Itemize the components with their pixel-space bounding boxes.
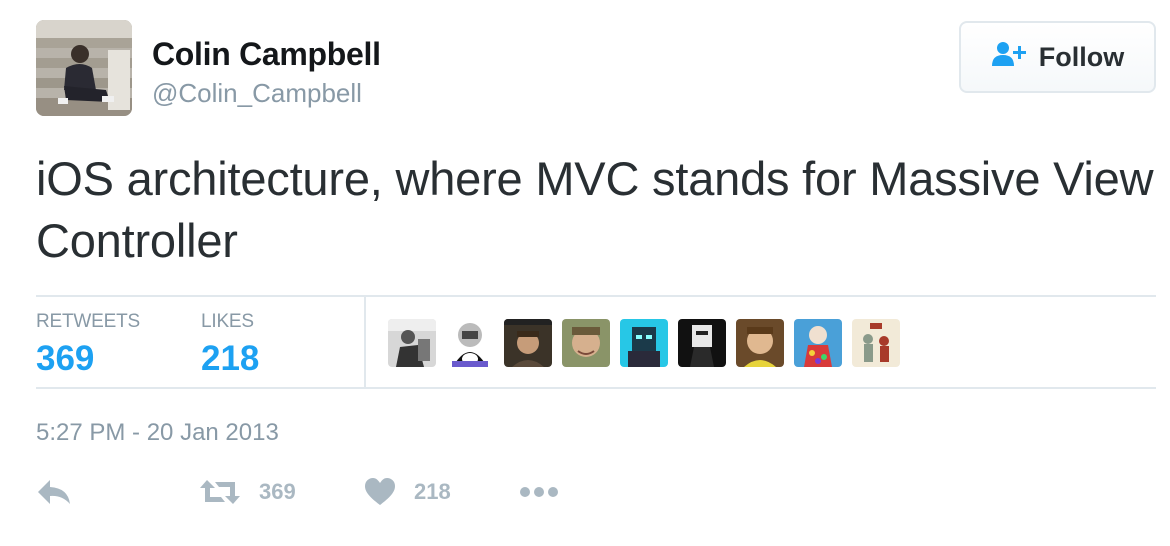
retweet-button[interactable]: 369 bbox=[199, 478, 296, 506]
likes-label: LIKES bbox=[201, 311, 254, 332]
retweets-stat[interactable]: RETWEETS 369 bbox=[36, 311, 140, 379]
more-button[interactable] bbox=[519, 478, 559, 506]
like-count: 218 bbox=[414, 479, 451, 504]
retweets-count: 369 bbox=[36, 339, 95, 378]
user-handle[interactable]: @Colin_Campbell bbox=[152, 78, 362, 109]
heart-icon bbox=[364, 478, 396, 506]
tweet-timestamp[interactable]: 5:27 PM - 20 Jan 2013 bbox=[36, 419, 279, 447]
more-dots-icon bbox=[519, 478, 559, 506]
user-name[interactable]: Colin Campbell bbox=[152, 36, 381, 73]
liker-avatar[interactable] bbox=[620, 319, 668, 367]
reply-icon bbox=[36, 478, 72, 506]
liker-avatar[interactable] bbox=[794, 319, 842, 367]
retweet-icon bbox=[199, 478, 241, 506]
liker-avatar[interactable] bbox=[852, 319, 900, 367]
liker-avatars bbox=[388, 319, 900, 367]
like-button[interactable]: 218 bbox=[364, 478, 451, 506]
liker-avatar[interactable] bbox=[388, 319, 436, 367]
stats-divider bbox=[364, 297, 366, 387]
liker-avatar[interactable] bbox=[678, 319, 726, 367]
liker-avatar[interactable] bbox=[736, 319, 784, 367]
liker-avatar[interactable] bbox=[504, 319, 552, 367]
likes-stat[interactable]: LIKES 218 bbox=[201, 311, 259, 379]
tweet-text: iOS architecture, where MVC stands for M… bbox=[36, 152, 1154, 267]
liker-avatar[interactable] bbox=[562, 319, 610, 367]
retweets-label: RETWEETS bbox=[36, 311, 140, 332]
follow-button-label: Follow bbox=[1038, 41, 1125, 72]
follow-user-plus-icon bbox=[991, 41, 1029, 74]
liker-avatar[interactable] bbox=[446, 319, 494, 367]
tweet-stats: RETWEETS 369 LIKES 218 bbox=[36, 295, 1156, 389]
tweet-card: Colin Campbell @Colin_Campbell Follow iO… bbox=[0, 0, 1170, 546]
follow-button[interactable]: Follow bbox=[959, 21, 1156, 93]
reply-button[interactable] bbox=[36, 478, 72, 506]
likes-count: 218 bbox=[201, 339, 260, 378]
avatar[interactable] bbox=[36, 20, 132, 116]
retweet-count: 369 bbox=[259, 479, 296, 504]
